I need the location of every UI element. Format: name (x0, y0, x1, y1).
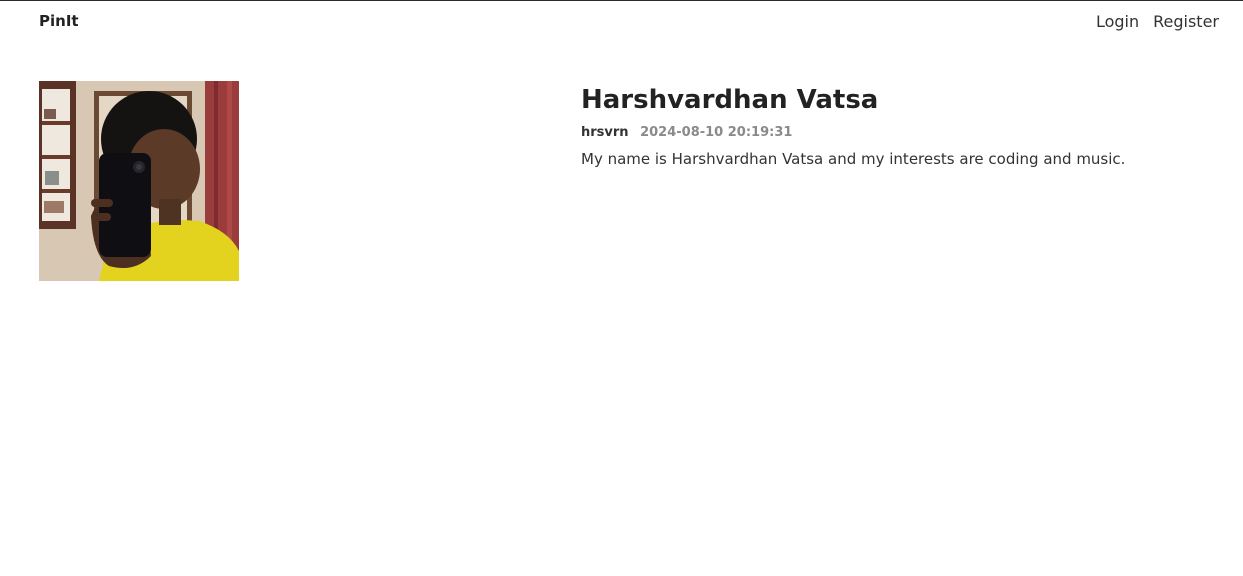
navbar: PinIt Login Register (0, 1, 1243, 41)
nav-links: Login Register (1096, 12, 1219, 31)
profile-bio: My name is Harshvardhan Vatsa and my int… (581, 150, 1126, 168)
login-link[interactable]: Login (1096, 12, 1139, 31)
register-link[interactable]: Register (1153, 12, 1219, 31)
profile-meta: hrsvrn 2024-08-10 20:19:31 (581, 125, 1221, 141)
profile-photo-illustration (39, 81, 239, 281)
username: hrsvrn (581, 125, 629, 140)
brand-link[interactable]: PinIt (39, 12, 79, 30)
profile-info: Harshvardhan Vatsa hrsvrn 2024-08-10 20:… (581, 84, 1221, 184)
profile-name: Harshvardhan Vatsa (581, 85, 879, 115)
profile-photo (39, 81, 239, 281)
timestamp: 2024-08-10 20:19:31 (640, 125, 793, 140)
